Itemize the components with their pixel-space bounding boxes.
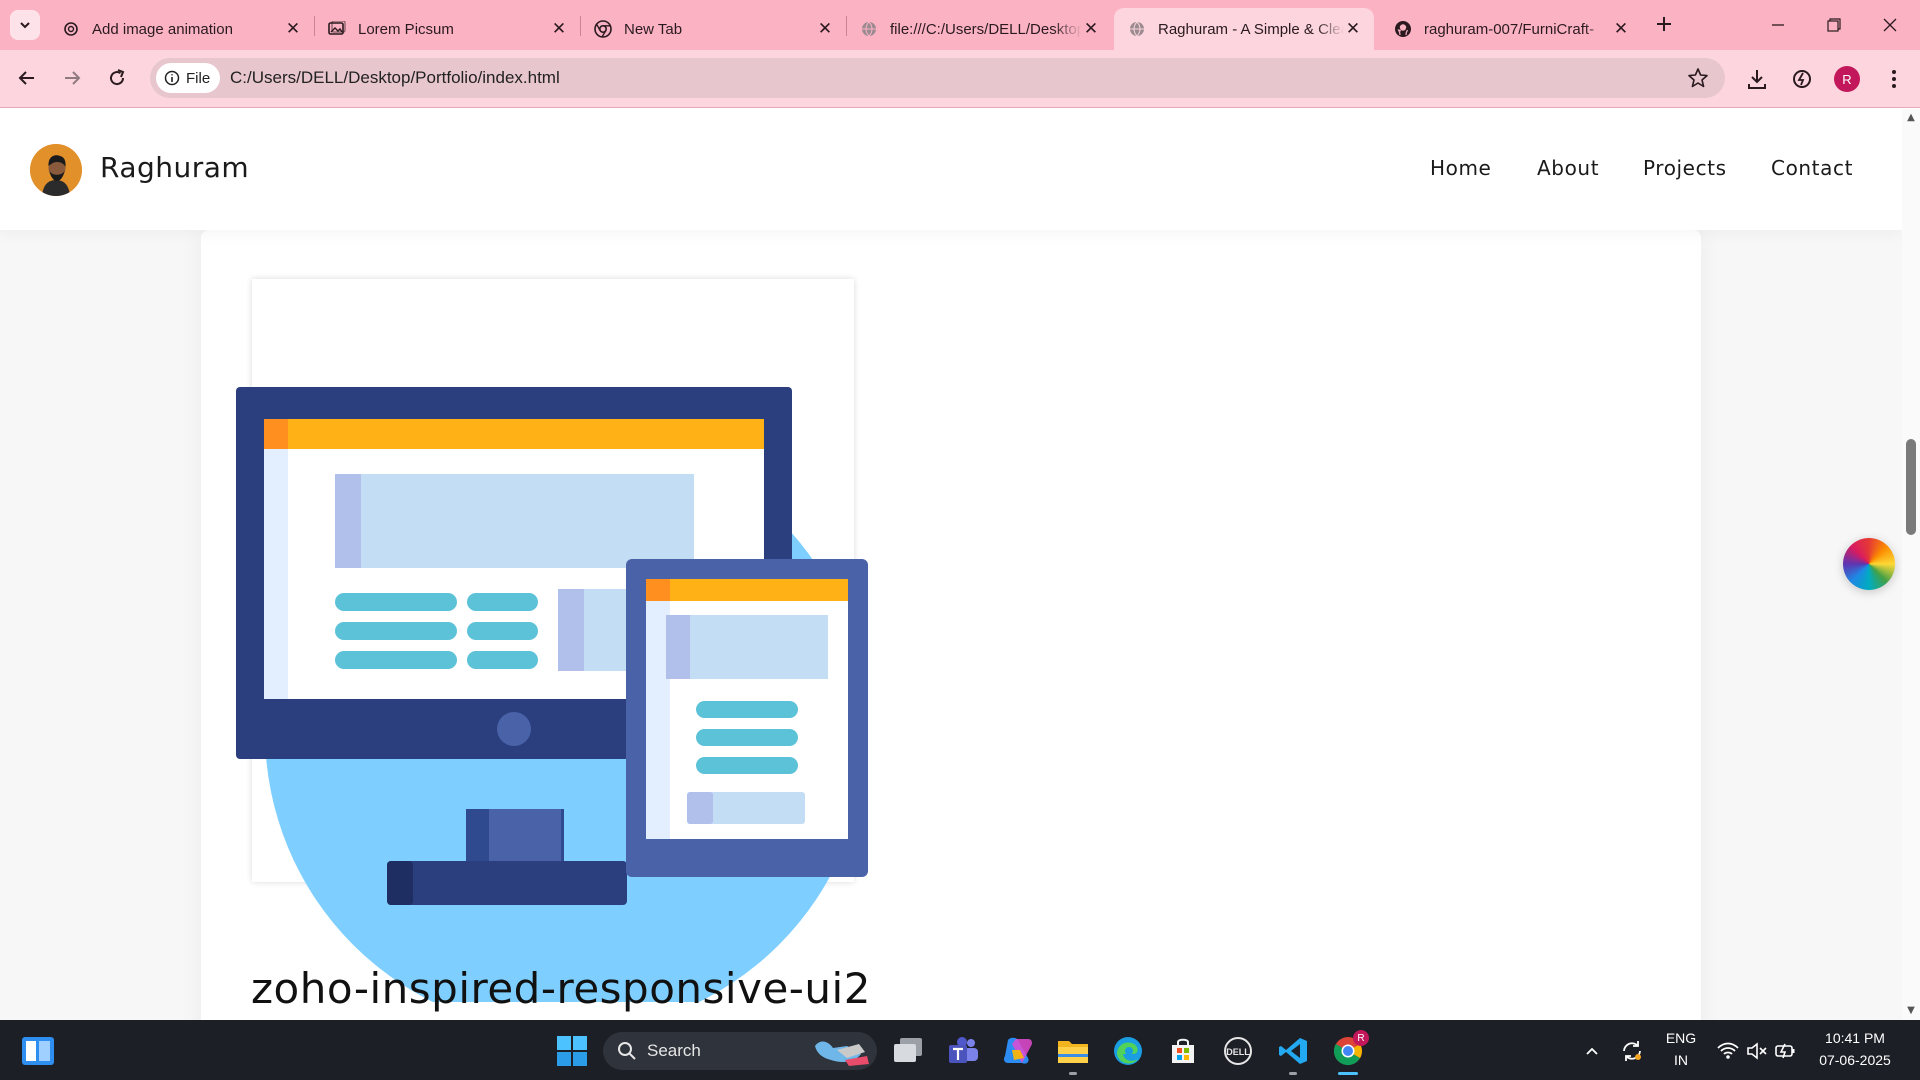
scroll-down-icon[interactable]: ▼ <box>1906 1006 1916 1016</box>
copilot-icon[interactable] <box>1001 1034 1035 1068</box>
avatar <box>30 144 82 196</box>
tab-title: file:///C:/Users/DELL/Desktop/ <box>890 20 1082 38</box>
tab-strip: Add image animation ✕ Lorem Picsum ✕ New… <box>0 0 1920 50</box>
tab-title: raghuram-007/FurniCraft- <box>1424 20 1595 38</box>
image-icon <box>328 20 346 38</box>
taskbar-search[interactable]: Search <box>603 1032 877 1070</box>
brand-name[interactable]: Raghuram <box>100 151 249 184</box>
arrow-left-icon <box>18 71 34 85</box>
clock-date[interactable]: 07-06-2025 <box>1805 1052 1905 1068</box>
close-icon <box>1883 18 1897 32</box>
nav-link-about[interactable]: About <box>1537 156 1599 180</box>
vscode-icon[interactable] <box>1276 1034 1310 1068</box>
tab-add-image-animation[interactable]: Add image animation ✕ <box>48 8 314 50</box>
active-indicator <box>1338 1072 1358 1075</box>
tab-title: Lorem Picsum <box>358 20 454 38</box>
close-icon[interactable]: ✕ <box>550 19 568 39</box>
nav-link-projects[interactable]: Projects <box>1643 156 1727 180</box>
sync-icon[interactable] <box>1615 1034 1649 1068</box>
tab-file[interactable]: file:///C:/Users/DELL/Desktop/ ✕ <box>846 8 1112 50</box>
nav-link-home[interactable]: Home <box>1430 156 1491 180</box>
back-button[interactable] <box>11 62 43 94</box>
profile-avatar[interactable]: R <box>1834 66 1860 92</box>
scroll-up-icon[interactable]: ▲ <box>1906 113 1916 123</box>
site-info-chip[interactable]: File <box>156 63 221 93</box>
taskbar: Search DELL R ENG IN 10:41 PM 07-06-2025 <box>0 1020 1920 1080</box>
close-icon[interactable]: ✕ <box>816 19 834 39</box>
browser-toolbar: File C:/Users/DELL/Desktop/Portfolio/ind… <box>0 50 1920 108</box>
close-icon[interactable]: ✕ <box>1082 19 1100 39</box>
restore-icon <box>1827 18 1841 32</box>
edge-icon[interactable] <box>1111 1034 1145 1068</box>
project-title: zoho-inspired-responsive-ui2 <box>251 964 871 1013</box>
performance-icon[interactable] <box>1788 65 1816 93</box>
github-icon <box>1394 20 1412 38</box>
minimize-icon <box>1772 24 1784 26</box>
running-indicator <box>1289 1072 1297 1075</box>
tab-lorem-picsum[interactable]: Lorem Picsum ✕ <box>314 8 580 50</box>
scroll-thumb[interactable] <box>1906 439 1916 535</box>
globe-icon <box>860 20 878 38</box>
address-bar[interactable]: File C:/Users/DELL/Desktop/Portfolio/ind… <box>150 58 1725 98</box>
chrome-taskbar-icon[interactable]: R <box>1331 1030 1369 1068</box>
new-tab-button[interactable] <box>1650 10 1678 38</box>
responsive-ui-illustration <box>236 387 868 1002</box>
clock-time[interactable]: 10:41 PM <box>1805 1030 1905 1046</box>
tab-title: Raghuram - A Simple & Clean <box>1158 20 1344 38</box>
tab-github-furnicraft[interactable]: raghuram-007/FurniCraft- ✕ <box>1380 8 1642 50</box>
search-highlight-icon <box>815 1041 869 1066</box>
widgets-icon[interactable] <box>22 1037 54 1065</box>
tab-new-tab[interactable]: New Tab ✕ <box>580 8 846 50</box>
tab-search-button[interactable] <box>10 10 40 40</box>
info-icon <box>164 70 180 86</box>
dell-icon[interactable]: DELL <box>1221 1034 1255 1068</box>
search-icon <box>618 1042 636 1060</box>
page-scrollbar[interactable]: ▲ ▼ <box>1902 109 1920 1020</box>
close-icon[interactable]: ✕ <box>284 19 302 39</box>
language-line2[interactable]: IN <box>1658 1052 1704 1068</box>
openai-icon <box>62 20 80 38</box>
chrome-icon <box>594 20 612 38</box>
close-icon[interactable]: ✕ <box>1344 19 1362 39</box>
language-line1[interactable]: ENG <box>1658 1030 1704 1046</box>
globe-icon <box>1128 20 1146 38</box>
tab-title: Add image animation <box>92 20 233 38</box>
chevron-up-icon[interactable] <box>1575 1034 1609 1068</box>
restore-button[interactable] <box>1806 0 1862 50</box>
microsoft-store-icon[interactable] <box>1166 1034 1200 1068</box>
bookmark-star-icon[interactable] <box>1687 67 1709 89</box>
forward-button[interactable] <box>56 62 88 94</box>
project-card[interactable]: zoho-inspired-responsive-ui2 <box>201 230 1701 1020</box>
windows-start-icon[interactable] <box>555 1034 589 1068</box>
battery-charging-icon[interactable] <box>1768 1034 1802 1068</box>
file-explorer-icon[interactable] <box>1056 1034 1090 1068</box>
window-close-button[interactable] <box>1862 0 1918 50</box>
nav-link-contact[interactable]: Contact <box>1771 156 1853 180</box>
chrome-profile-badge: R <box>1353 1030 1369 1046</box>
search-label: Search <box>647 1041 701 1060</box>
svg-text:DELL: DELL <box>1226 1047 1250 1057</box>
site-info-label: File <box>186 69 211 87</box>
task-view-icon[interactable] <box>891 1034 925 1068</box>
reload-icon <box>110 69 125 86</box>
menu-kebab-icon[interactable] <box>1880 65 1908 93</box>
arrow-right-icon <box>65 71 81 85</box>
minimize-button[interactable] <box>1750 0 1806 50</box>
teams-icon[interactable] <box>946 1034 980 1068</box>
tab-raghuram-portfolio[interactable]: Raghuram - A Simple & Clean ✕ <box>1114 8 1374 50</box>
download-icon[interactable] <box>1743 65 1771 93</box>
running-indicator <box>1069 1072 1077 1075</box>
tab-title: New Tab <box>624 20 683 38</box>
url-text[interactable]: C:/Users/DELL/Desktop/Portfolio/index.ht… <box>230 58 560 98</box>
site-header: Raghuram Home About Projects Contact <box>0 109 1902 230</box>
theme-color-picker-icon[interactable] <box>1843 538 1895 590</box>
reload-button[interactable] <box>101 62 133 94</box>
page-viewport: Raghuram Home About Projects Contact zoh… <box>0 109 1920 1020</box>
close-icon[interactable]: ✕ <box>1612 19 1630 39</box>
chevron-down-icon <box>20 22 30 29</box>
plus-icon <box>1657 17 1671 31</box>
